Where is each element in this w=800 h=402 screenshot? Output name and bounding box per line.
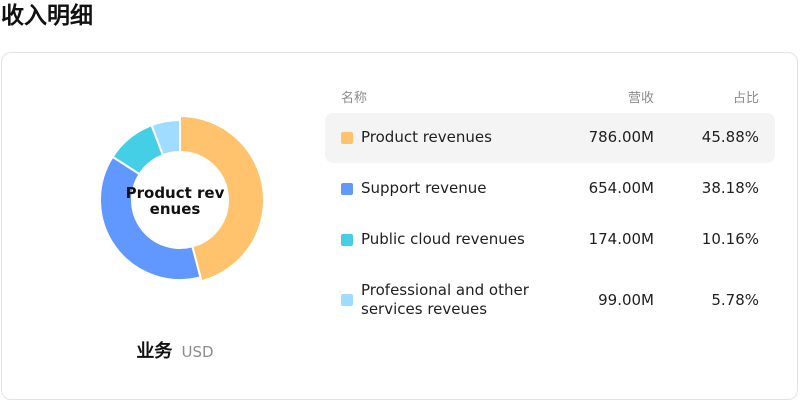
donut-center-label: Product revenues	[125, 184, 225, 218]
row-share: 5.78%	[711, 291, 759, 309]
row-name: Public cloud revenues	[361, 230, 525, 248]
header-revenue: 营收	[627, 91, 654, 106]
row-revenue: 786.00M	[588, 128, 654, 146]
chart-subtitle: 业务 USD	[0, 337, 350, 363]
donut-slice-2[interactable]	[99, 155, 202, 281]
chart-title: 业务	[136, 341, 173, 362]
row-name: Product revenues	[361, 128, 492, 146]
header-name: 名称	[341, 91, 368, 106]
row-revenue: 654.00M	[588, 179, 654, 197]
table-row[interactable]: Public cloud revenues 174.00M 10.16%	[325, 215, 775, 265]
row-share: 10.16%	[701, 230, 759, 248]
row-name: Support revenue	[361, 179, 487, 197]
row-share: 45.88%	[701, 128, 759, 146]
legend-swatch	[341, 132, 353, 144]
table-header: 名称 营收 占比	[325, 80, 775, 110]
row-revenue: 174.00M	[588, 230, 654, 248]
legend-swatch	[341, 234, 353, 246]
header-share: 占比	[732, 91, 759, 106]
row-revenue: 99.00M	[598, 291, 654, 309]
table-row[interactable]: Product revenues 786.00M 45.88%	[325, 113, 775, 163]
chart-unit: USD	[181, 343, 214, 361]
revenue-table: 名称 营收 占比 Product revenues 786.00M 45.88%…	[325, 80, 775, 318]
legend-swatch	[341, 183, 353, 195]
legend-swatch	[341, 294, 353, 306]
page-title: 收入明细	[1, 3, 93, 29]
table-row[interactable]: Professional and other services reveues …	[325, 266, 775, 334]
row-share: 38.18%	[701, 179, 759, 197]
row-name: Professional and other services reveues	[361, 281, 529, 318]
table-row[interactable]: Support revenue 654.00M 38.18%	[325, 164, 775, 214]
